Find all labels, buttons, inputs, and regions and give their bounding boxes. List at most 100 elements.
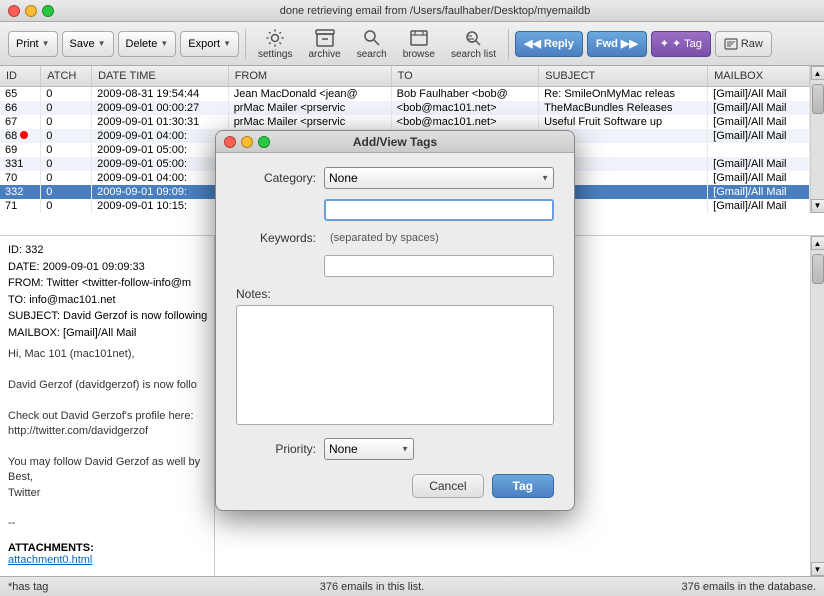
raw-icon <box>724 37 738 51</box>
col-atch: ATCH <box>41 66 92 86</box>
priority-select-wrapper: None Low Medium High <box>324 438 414 460</box>
delete-arrow: ▼ <box>160 39 168 48</box>
col-datetime: DATE TIME <box>92 66 229 86</box>
email-detail-body: Hi, Mac 101 (mac101net), David Gerzof (d… <box>8 347 206 532</box>
browse-button[interactable]: browse <box>397 26 441 62</box>
col-subject: SUBJECT <box>539 66 708 86</box>
raw-button[interactable]: Raw <box>715 31 772 57</box>
settings-button[interactable]: settings <box>252 26 298 62</box>
dialog-titlebar-buttons <box>224 136 270 148</box>
delete-label: Delete <box>126 38 158 50</box>
maximize-button[interactable] <box>42 5 54 17</box>
print-label: Print <box>16 38 39 50</box>
detail-scrollbar-down[interactable]: ▼ <box>811 562 824 576</box>
reply-button[interactable]: ◀◀ Reply <box>515 31 583 57</box>
tag-input-row <box>236 199 554 221</box>
notes-label: Notes: <box>236 287 554 301</box>
tag-input[interactable] <box>324 199 554 221</box>
category-select[interactable]: None Personal Work Family Finance <box>324 167 554 189</box>
dialog-close-button[interactable] <box>224 136 236 148</box>
titlebar-buttons <box>8 5 54 17</box>
email-attachments: ATTACHMENTS: attachment0.html <box>8 542 206 566</box>
save-button[interactable]: Save ▼ <box>62 31 114 57</box>
save-label: Save <box>70 38 95 50</box>
priority-row: Priority: None Low Medium High <box>236 438 554 460</box>
priority-select[interactable]: None Low Medium High <box>324 438 414 460</box>
keywords-input-wrapper <box>324 255 554 277</box>
col-from: FROM <box>228 66 391 86</box>
search-list-button[interactable]: search list <box>445 26 502 62</box>
browse-icon <box>409 28 429 48</box>
window-title: done retrieving email from /Users/faulha… <box>54 5 816 17</box>
email-detail-panel: ID: 332 DATE: 2009-09-01 09:09:33 FROM: … <box>0 236 215 576</box>
detail-scrollbar-thumb[interactable] <box>812 254 824 284</box>
tag-input-wrapper <box>324 199 554 221</box>
scrollbar-up-button[interactable]: ▲ <box>811 66 824 80</box>
dialog-title: Add/View Tags <box>353 135 437 149</box>
search-icon <box>362 28 382 48</box>
scrollbar-thumb[interactable] <box>812 84 824 114</box>
fwd-label: Fwd <box>596 38 618 50</box>
settings-label: settings <box>258 49 292 60</box>
export-label: Export <box>188 38 220 50</box>
tag-button[interactable]: ✦ ✦ Tag <box>651 31 711 57</box>
reply-label: Reply <box>544 38 574 50</box>
dialog-content: Category: None Personal Work Family Fina… <box>216 153 574 510</box>
toolbar: Print ▼ Save ▼ Delete ▼ Export ▼ setting… <box>0 22 824 66</box>
dialog-buttons: Cancel Tag <box>236 474 554 498</box>
keywords-row: Keywords: (separated by spaces) <box>236 231 554 245</box>
export-arrow: ▼ <box>223 39 231 48</box>
email-detail-header: ID: 332 DATE: 2009-09-01 09:09:33 FROM: … <box>8 242 206 341</box>
toolbar-separator-2 <box>508 29 509 59</box>
close-button[interactable] <box>8 5 20 17</box>
attachment-link[interactable]: attachment0.html <box>8 554 92 566</box>
minimize-button[interactable] <box>25 5 37 17</box>
dialog-maximize-button[interactable] <box>258 136 270 148</box>
tag-action-button[interactable]: Tag <box>492 474 554 498</box>
table-row[interactable]: 6502009-08-31 19:54:44Jean MacDonald <je… <box>0 86 810 101</box>
dialog-minimize-button[interactable] <box>241 136 253 148</box>
cancel-button[interactable]: Cancel <box>412 474 483 498</box>
archive-label: archive <box>308 49 340 60</box>
keywords-input[interactable] <box>324 255 554 277</box>
app-window: done retrieving email from /Users/faulha… <box>0 0 824 596</box>
toolbar-separator-1 <box>245 29 246 59</box>
keywords-label: Keywords: <box>236 231 316 245</box>
browse-label: browse <box>403 49 435 60</box>
archive-icon <box>315 28 335 48</box>
category-row: Category: None Personal Work Family Fina… <box>236 167 554 189</box>
tag-label: ✦ Tag <box>672 37 702 50</box>
print-arrow: ▼ <box>42 39 50 48</box>
category-select-wrapper: None Personal Work Family Finance <box>324 167 554 189</box>
table-scrollbar[interactable]: ▲ ▼ <box>810 66 824 213</box>
table-row[interactable]: 6702009-09-01 01:30:31prMac Mailer <prse… <box>0 115 810 129</box>
detail-scrollbar[interactable]: ▲ ▼ <box>810 236 824 576</box>
search-list-icon <box>463 28 483 48</box>
archive-button[interactable]: archive <box>302 26 346 62</box>
save-arrow: ▼ <box>98 39 106 48</box>
attachments-label: ATTACHMENTS: <box>8 542 206 554</box>
statusbar: *has tag 376 emails in this list. 376 em… <box>0 576 824 596</box>
detail-scrollbar-up[interactable]: ▲ <box>811 236 824 250</box>
titlebar: done retrieving email from /Users/faulha… <box>0 0 824 22</box>
col-id: ID <box>0 66 41 86</box>
statusbar-right: 376 emails in the database. <box>616 581 816 593</box>
search-label: search <box>357 49 387 60</box>
search-list-label: search list <box>451 49 496 60</box>
add-view-tags-dialog: Add/View Tags Category: None Personal Wo… <box>215 130 575 511</box>
table-row[interactable]: 6602009-09-01 00:00:27prMac Mailer <prse… <box>0 101 810 115</box>
priority-label: Priority: <box>236 442 316 456</box>
reply-arrow-icon: ◀◀ <box>524 37 541 50</box>
settings-icon <box>265 28 285 48</box>
col-to: TO <box>391 66 538 86</box>
fwd-button[interactable]: Fwd ▶▶ <box>587 31 647 57</box>
col-mailbox: MAILBOX <box>708 66 810 86</box>
tag-icon: ✦ <box>660 37 669 50</box>
delete-button[interactable]: Delete ▼ <box>118 31 177 57</box>
statusbar-center: 376 emails in this list. <box>128 581 616 593</box>
scrollbar-down-button[interactable]: ▼ <box>811 199 824 213</box>
print-button[interactable]: Print ▼ <box>8 31 58 57</box>
search-button[interactable]: search <box>351 26 393 62</box>
export-button[interactable]: Export ▼ <box>180 31 239 57</box>
notes-textarea[interactable] <box>236 305 554 425</box>
